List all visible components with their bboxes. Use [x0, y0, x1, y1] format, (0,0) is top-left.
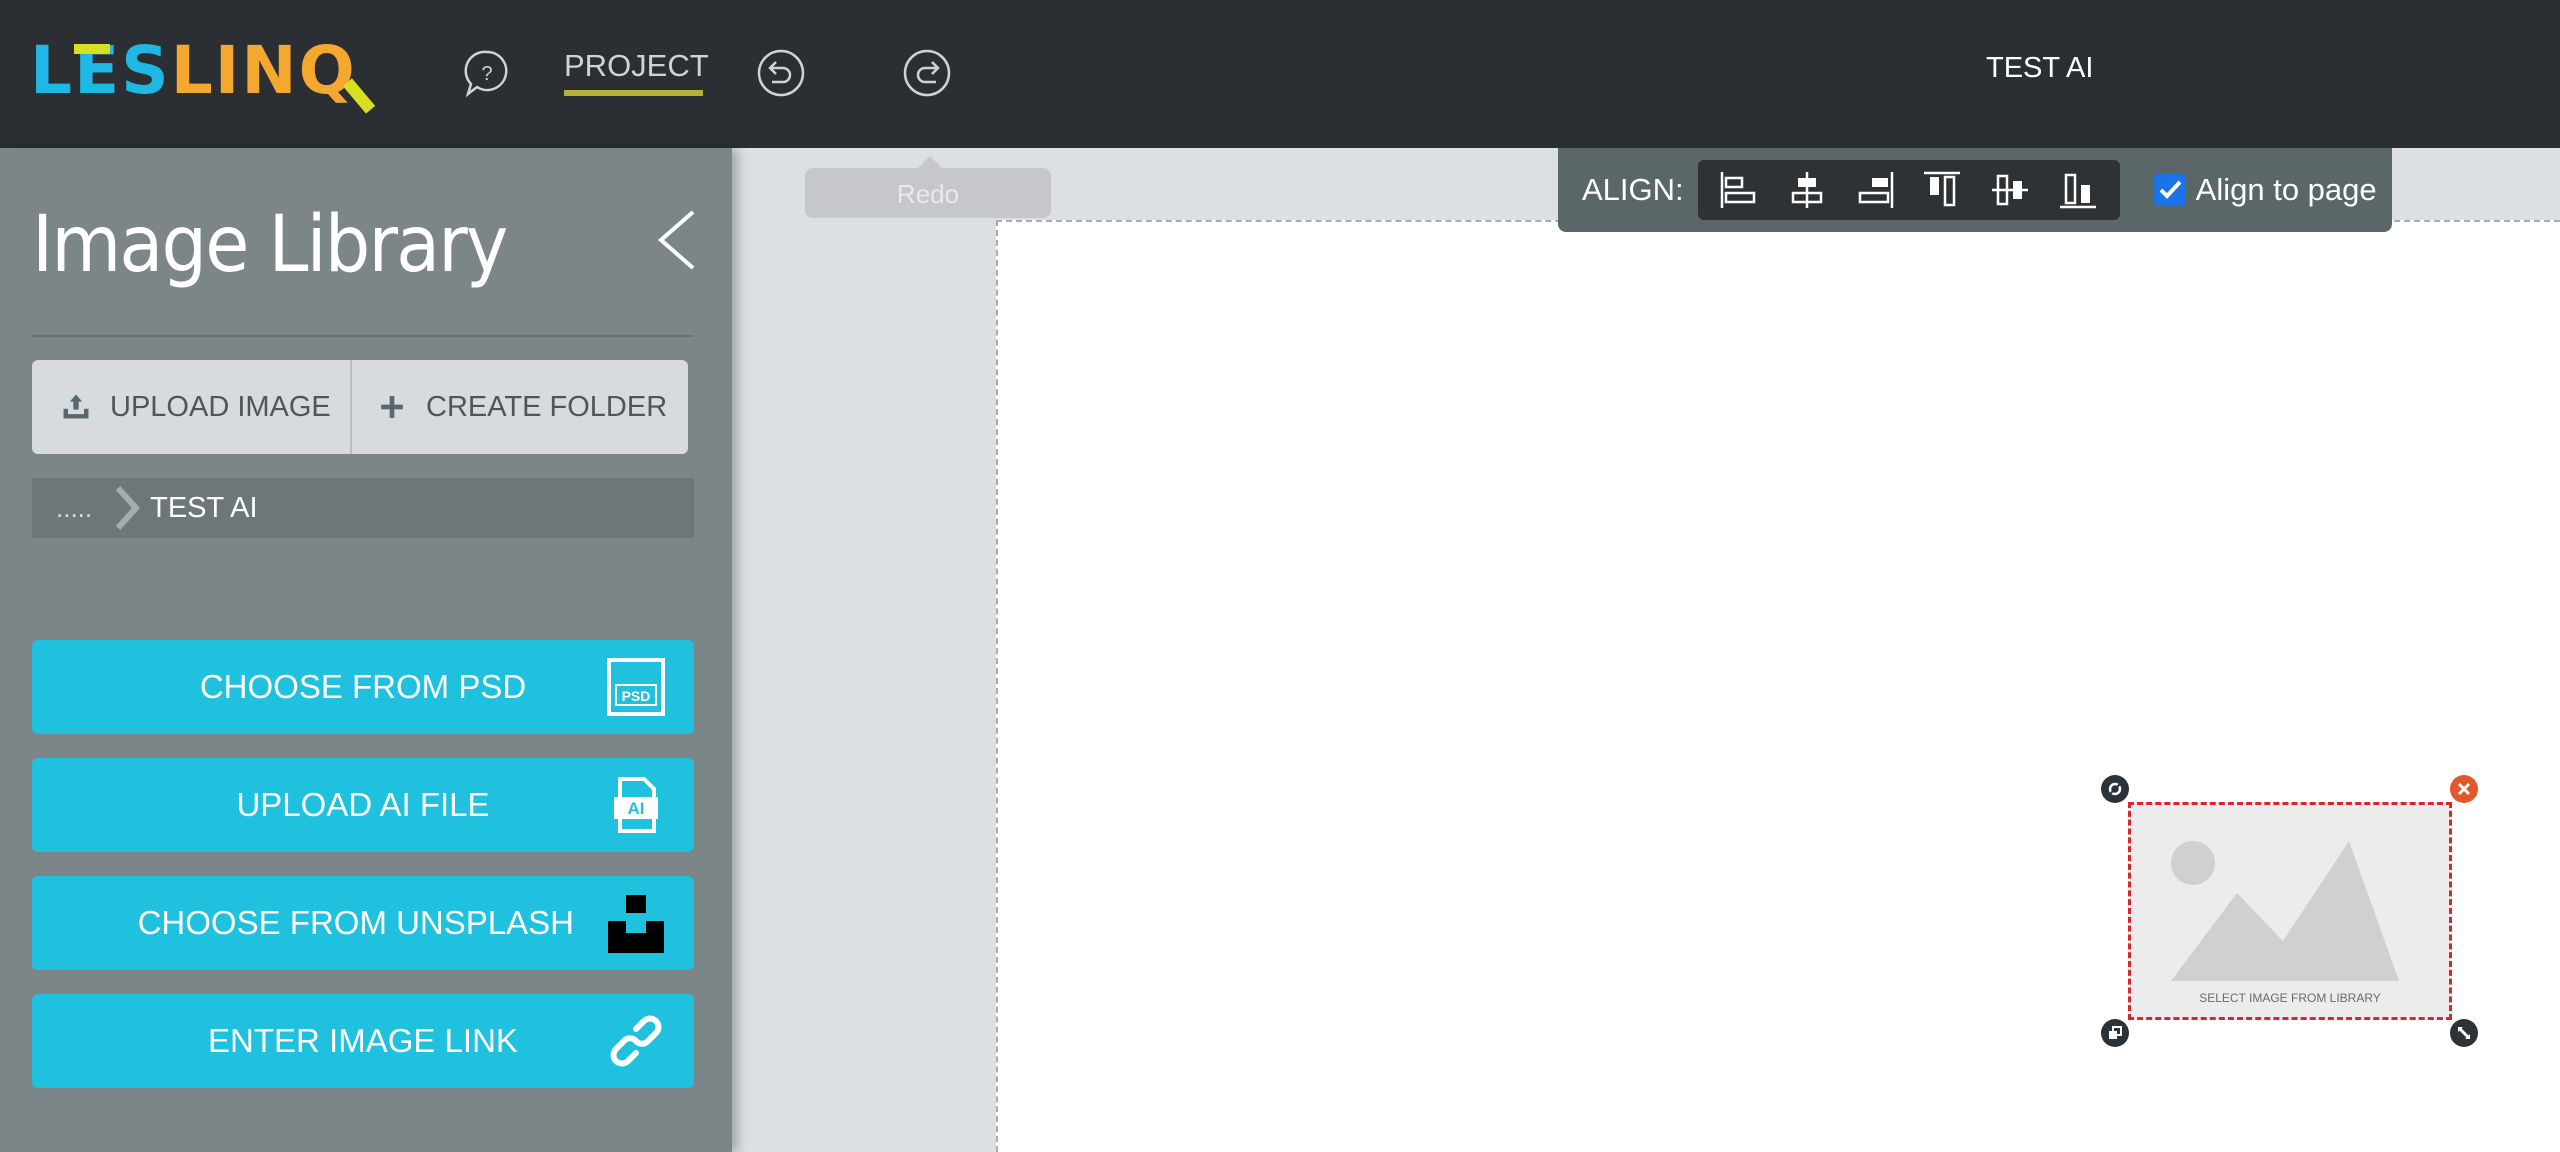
- image-placeholder-element[interactable]: SELECT IMAGE FROM LIBRARY: [2128, 802, 2452, 1020]
- logo-letter: L: [30, 32, 75, 109]
- collapse-panel-button[interactable]: [655, 208, 699, 272]
- tab-project[interactable]: PROJECT: [564, 48, 709, 84]
- checkbox-checked-icon: [2153, 174, 2186, 206]
- svg-text:AI: AI: [628, 799, 645, 818]
- choose-from-psd-button[interactable]: CHOOSE FROM PSD PSD: [32, 640, 694, 734]
- divider: [32, 335, 694, 337]
- chevron-right-icon: [115, 486, 141, 530]
- button-label: UPLOAD AI FILE: [236, 786, 490, 823]
- align-label: ALIGN:: [1582, 172, 1684, 207]
- logo-letter: E: [74, 38, 121, 104]
- create-folder-button[interactable]: CREATE FOLDER: [352, 360, 688, 454]
- plus-icon: [374, 389, 410, 425]
- tooltip-arrow: [918, 156, 942, 168]
- duplicate-handle[interactable]: [2101, 1019, 2129, 1047]
- align-bottom-button[interactable]: [2052, 166, 2104, 214]
- panel-title: Image Library: [32, 200, 508, 290]
- active-tab-indicator: [564, 90, 703, 96]
- resize-diagonal-icon: [2457, 1026, 2471, 1040]
- logo-accent: [74, 44, 111, 54]
- button-label: CHOOSE FROM PSD: [199, 668, 527, 705]
- image-placeholder-icon: [2171, 841, 2399, 981]
- delete-element-handle[interactable]: [2450, 775, 2478, 803]
- psd-file-icon: PSD: [607, 658, 665, 716]
- upload-icon: [58, 389, 94, 425]
- placeholder-caption: SELECT IMAGE FROM LIBRARY: [2199, 991, 2381, 1005]
- align-to-page-label: Align to page: [2195, 172, 2377, 207]
- align-middle-vertical-icon: [1992, 174, 2029, 206]
- svg-text:PSD: PSD: [622, 688, 651, 704]
- ai-file-icon: AI: [614, 777, 658, 833]
- align-right-button[interactable]: [1849, 166, 1901, 214]
- align-middle-vertical-button[interactable]: [1984, 166, 2036, 214]
- image-library-panel: Image Library UPLOAD IMAGE CREATE FOLDER…: [0, 148, 732, 1152]
- logo-letters: LIN: [170, 32, 299, 109]
- align-button-group: [1697, 160, 2120, 220]
- undo-icon: [757, 49, 805, 97]
- align-center-horizontal-button[interactable]: [1781, 166, 1833, 214]
- logo-letter: Q: [299, 38, 375, 114]
- undo-button[interactable]: [756, 48, 806, 98]
- leslinq-logo[interactable]: L E S LIN Q: [30, 32, 375, 114]
- upload-image-label: UPLOAD IMAGE: [110, 390, 331, 423]
- enter-image-link-button[interactable]: ENTER IMAGE LINK: [32, 994, 694, 1088]
- rotate-handle[interactable]: [2101, 775, 2129, 803]
- breadcrumb-parent[interactable]: .....: [56, 493, 92, 524]
- button-label: CHOOSE FROM UNSPLASH: [137, 904, 574, 941]
- breadcrumb-current: TEST AI: [150, 491, 258, 524]
- close-icon: [2457, 782, 2471, 796]
- top-bar: L E S LIN Q ? PROJECT TEST AI: [0, 0, 2560, 148]
- resize-handle[interactable]: [2450, 1019, 2478, 1047]
- redo-icon: [903, 49, 951, 97]
- logo-letter-q: Q: [298, 32, 357, 109]
- create-folder-label: CREATE FOLDER: [426, 390, 668, 423]
- svg-text:?: ?: [481, 63, 492, 85]
- chevron-left-icon: [657, 210, 695, 270]
- align-toolbar: ALIGN: Align to page: [1558, 148, 2392, 232]
- align-top-button[interactable]: [1916, 166, 1968, 214]
- duplicate-icon: [2109, 1026, 2122, 1039]
- align-to-page-checkbox[interactable]: Align to page: [2153, 172, 2377, 208]
- choose-from-unsplash-button[interactable]: CHOOSE FROM UNSPLASH: [32, 876, 694, 970]
- upload-image-button[interactable]: UPLOAD IMAGE: [32, 360, 352, 454]
- upload-ai-file-button[interactable]: UPLOAD AI FILE AI: [32, 758, 694, 852]
- align-left-button[interactable]: [1713, 166, 1765, 214]
- redo-button[interactable]: [902, 48, 952, 98]
- button-label: ENTER IMAGE LINK: [208, 1022, 518, 1059]
- help-chat-icon: ?: [464, 50, 508, 98]
- align-center-horizontal-icon: [1791, 172, 1823, 208]
- redo-tooltip: Redo: [805, 168, 1051, 218]
- align-bottom-icon: [2059, 173, 2096, 209]
- align-right-icon: [1858, 172, 1894, 208]
- align-top-icon: [1924, 171, 1961, 207]
- rotate-icon: [2108, 782, 2122, 796]
- help-button[interactable]: ?: [462, 48, 512, 98]
- link-icon: [610, 1015, 662, 1067]
- logo-letter: S: [121, 32, 171, 109]
- align-left-icon: [1721, 172, 1756, 208]
- breadcrumb: ..... TEST AI: [32, 478, 694, 538]
- unsplash-icon: [608, 895, 664, 953]
- library-actions: UPLOAD IMAGE CREATE FOLDER: [32, 360, 688, 454]
- document-title: TEST AI: [1986, 52, 2094, 84]
